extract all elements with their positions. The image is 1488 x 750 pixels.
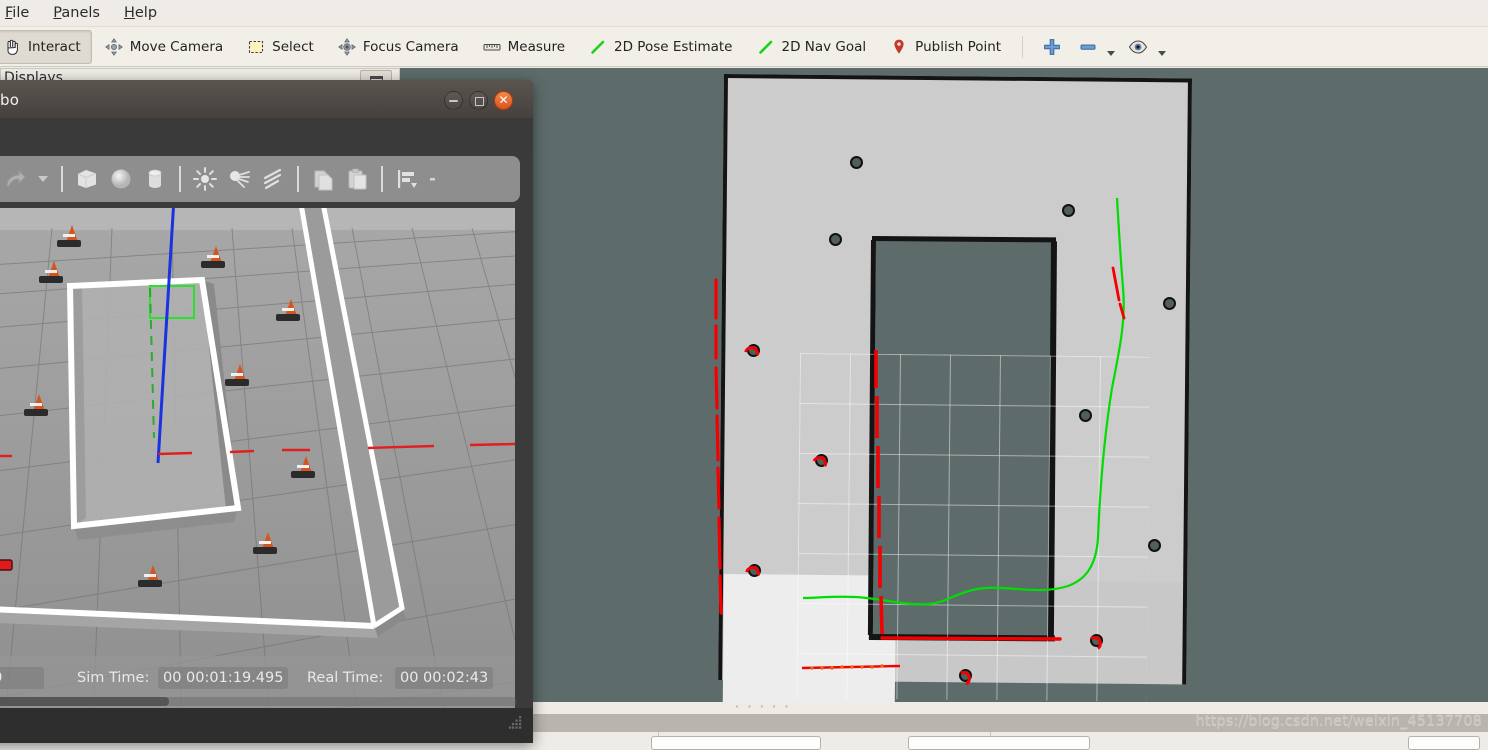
resize-grip-icon[interactable]: [509, 716, 523, 730]
sim-time-label: Sim Time:: [77, 670, 150, 686]
tool-interact-label: Interact: [28, 38, 81, 55]
box-icon[interactable]: [74, 166, 100, 192]
tool-2d-nav-goal[interactable]: 2D Nav Goal: [746, 30, 878, 64]
sphere-icon[interactable]: [108, 166, 134, 192]
toolbar-separator: [297, 166, 299, 192]
tool-remove-tool[interactable]: [1073, 30, 1120, 64]
time-progress-bar: [0, 697, 517, 706]
map-obstacle: [1079, 409, 1092, 422]
spot-light-icon[interactable]: [226, 166, 252, 192]
tool-publish-point[interactable]: Publish Point: [879, 30, 1012, 64]
tool-2d-pose-estimate-label: 2D Pose Estimate: [614, 38, 733, 55]
gazebo-window[interactable]: bo ✕ Sim Time: 00 00:01:19.495 Real Time…: [0, 80, 533, 743]
chevron-down-icon[interactable]: [1107, 51, 1116, 56]
tool-2d-pose-estimate[interactable]: 2D Pose Estimate: [578, 30, 743, 64]
eye-icon: [1127, 36, 1149, 58]
cylinder-icon[interactable]: [142, 166, 168, 192]
menu-file-rest: ile: [12, 5, 30, 21]
tool-measure[interactable]: Measure: [472, 30, 576, 64]
tool-move-camera-label: Move Camera: [129, 38, 224, 55]
real-time-value: 00 00:02:43: [395, 667, 494, 689]
time-progress-fill: [0, 697, 169, 706]
gazebo-menu-strip[interactable]: [0, 118, 533, 154]
menu-item-panels[interactable]: Panels: [42, 3, 111, 23]
paste-icon[interactable]: [344, 166, 370, 192]
select-rectangle-icon: [247, 38, 265, 56]
minus-icon: [1078, 37, 1098, 57]
tool-focus-camera[interactable]: Focus Camera: [327, 30, 470, 64]
plus-icon: [1042, 37, 1062, 57]
map-obstacle: [850, 156, 863, 169]
gazebo-tool-bar: [0, 156, 520, 202]
tool-focus-camera-label: Focus Camera: [362, 38, 459, 55]
tool-select[interactable]: Select: [236, 30, 325, 64]
gazebo-status-bar: 19 Sim Time: 00 00:01:19.495 Real Time: …: [0, 656, 517, 708]
toolbar-separator: [61, 166, 63, 192]
tool-add-tool[interactable]: [1033, 30, 1071, 64]
toolbar-separator: [381, 166, 383, 192]
menu-item-file[interactable]: File: [0, 3, 40, 23]
point-light-icon[interactable]: [192, 166, 218, 192]
close-button[interactable]: [494, 91, 513, 110]
menu-item-help[interactable]: Help: [113, 3, 168, 23]
map-obstacle: [829, 233, 842, 246]
real-time-label: Real Time:: [307, 670, 384, 686]
toolbar-separator: [1022, 35, 1024, 58]
panel-field[interactable]: [651, 736, 821, 750]
iterations-field: [0, 667, 44, 689]
maximize-button[interactable]: [469, 91, 488, 110]
gazebo-window-title: bo: [0, 91, 20, 109]
pose-arrow-icon: [589, 38, 607, 56]
snap-icon[interactable]: [428, 166, 438, 192]
directional-light-icon[interactable]: [260, 166, 286, 192]
toolbar-separator: [179, 166, 181, 192]
move-camera-icon: [104, 37, 123, 56]
map-obstacle: [1163, 297, 1176, 310]
splitter-handle[interactable]: • • • • •: [735, 704, 795, 711]
tool-select-label: Select: [272, 38, 314, 55]
tool-measure-label: Measure: [507, 38, 566, 55]
nav-goal-arrow-icon: [757, 38, 775, 56]
align-icon[interactable]: [394, 166, 420, 192]
panel-field[interactable]: [908, 736, 1090, 750]
gazebo-title-bar[interactable]: bo: [0, 80, 533, 119]
minimize-button[interactable]: [444, 91, 463, 110]
redo-icon[interactable]: [2, 166, 28, 192]
menu-bar: File Panels Help: [0, 0, 1488, 27]
map-obstacle: [1148, 539, 1161, 552]
tool-views[interactable]: [1122, 30, 1171, 64]
copy-icon[interactable]: [310, 166, 336, 192]
redo-dropdown-icon[interactable]: [38, 176, 48, 182]
map-pin-icon: [890, 38, 908, 56]
focus-camera-icon: [337, 37, 356, 56]
tool-interact[interactable]: Interact: [0, 29, 92, 64]
tool-2d-nav-goal-label: 2D Nav Goal: [781, 38, 867, 55]
gazebo-bottom-bar: [0, 708, 533, 743]
tool-move-camera[interactable]: Move Camera: [94, 30, 234, 64]
ruler-icon: [483, 38, 501, 56]
chevron-down-icon[interactable]: [1158, 51, 1167, 56]
iterations-value: 19: [0, 667, 2, 689]
sim-time-value: 00 00:01:19.495: [158, 667, 289, 689]
robot-marker: [0, 559, 13, 571]
panel-field[interactable]: [1408, 736, 1480, 750]
tool-bar: Interact Move Camera Select Focus Camera…: [0, 27, 1488, 67]
tool-publish-point-label: Publish Point: [915, 38, 1002, 55]
hand-cursor-icon: [3, 38, 21, 56]
map-obstacle: [1062, 204, 1075, 217]
